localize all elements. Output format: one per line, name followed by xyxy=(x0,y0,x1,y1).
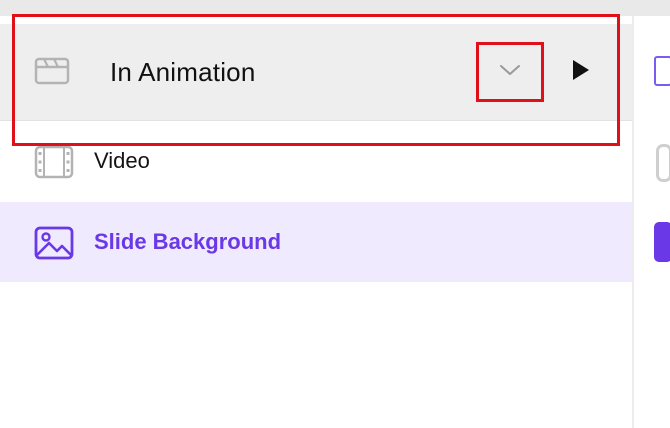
list-item-slide-background[interactable]: Slide Background xyxy=(0,202,632,282)
top-strip xyxy=(0,0,670,16)
list-item-video[interactable]: Video xyxy=(0,121,632,201)
list-item-label: Slide Background xyxy=(94,229,282,254)
header-title: In Animation xyxy=(110,57,256,87)
image-icon xyxy=(34,226,74,260)
list-item-label: Video xyxy=(94,148,150,173)
dropdown-toggle-button[interactable] xyxy=(478,44,542,100)
right-panel-checkbox[interactable] xyxy=(654,56,670,86)
play-icon xyxy=(571,58,591,87)
chevron-down-icon xyxy=(499,63,521,82)
play-preview-button[interactable] xyxy=(566,54,596,90)
film-strip-icon xyxy=(34,145,74,179)
clapperboard-icon xyxy=(34,56,70,86)
right-panel-toggle[interactable] xyxy=(656,144,670,182)
right-panel-accent-button[interactable] xyxy=(654,222,670,262)
